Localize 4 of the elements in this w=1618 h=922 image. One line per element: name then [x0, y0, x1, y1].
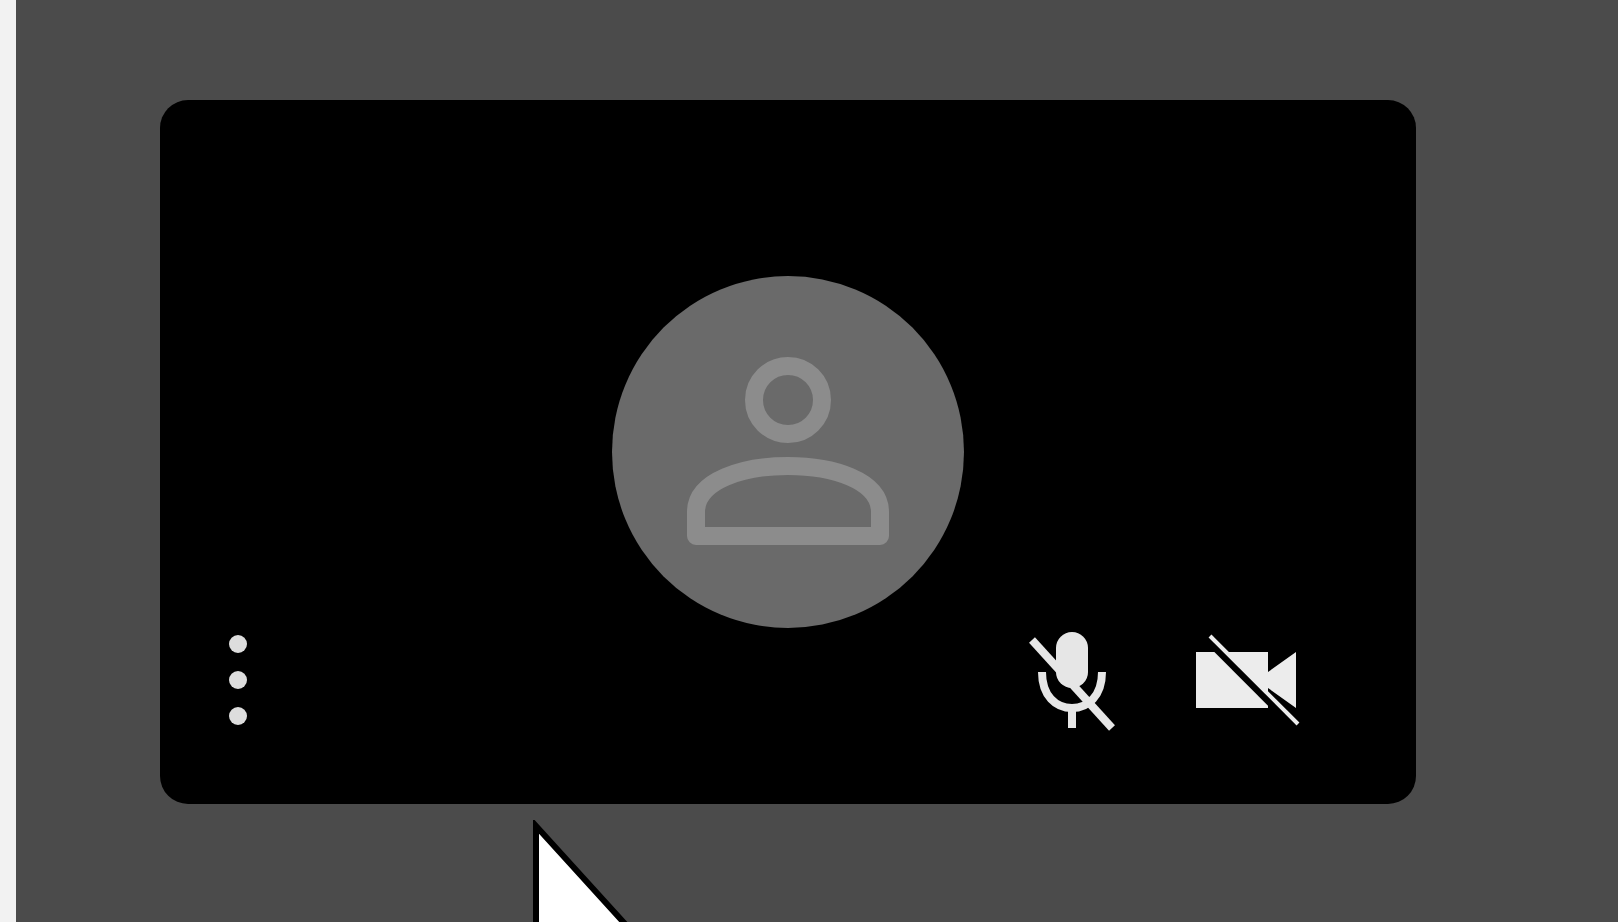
camera-off-icon[interactable] — [1192, 632, 1304, 728]
person-icon — [684, 356, 892, 548]
microphone-off-icon[interactable] — [1024, 628, 1120, 732]
more-options-icon[interactable] — [228, 634, 248, 726]
